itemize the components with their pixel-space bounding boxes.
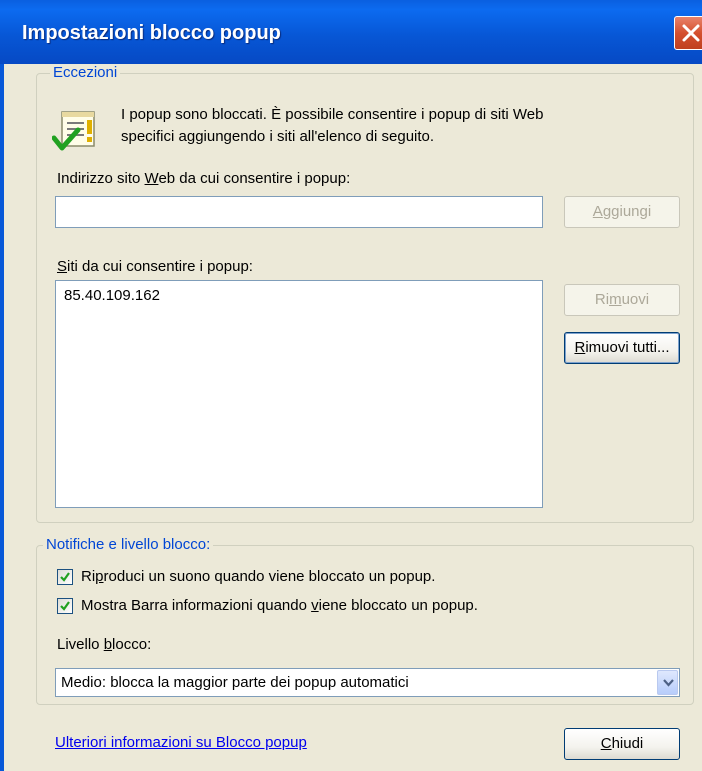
notifications-legend: Notifiche e livello blocco: xyxy=(43,536,214,553)
block-level-select[interactable]: Medio: blocca la maggior parte dei popup… xyxy=(55,668,680,697)
remove-all-button[interactable]: Rimuovi tutti... xyxy=(564,332,680,364)
window-frame xyxy=(0,64,4,771)
sound-checkbox[interactable] xyxy=(57,569,73,585)
checkmark-icon xyxy=(60,601,70,611)
sound-checkbox-label[interactable]: Riproduci un suono quando viene bloccato… xyxy=(81,568,435,585)
address-input[interactable] xyxy=(55,196,543,228)
address-label: Indirizzo sito Web da cui consentire i p… xyxy=(57,170,351,187)
window-title: Impostazioni blocco popup xyxy=(22,22,281,44)
info-text-line2: specifici aggiungendo i siti all'elenco … xyxy=(121,128,435,145)
sites-listbox[interactable]: 85.40.109.162 xyxy=(55,280,543,508)
checkmark-icon xyxy=(60,572,70,582)
sites-label: Siti da cui consentire i popup: xyxy=(57,258,253,275)
infobar-checkbox-label[interactable]: Mostra Barra informazioni quando viene b… xyxy=(81,597,478,614)
close-dialog-button[interactable]: Chiudi xyxy=(564,728,680,760)
more-info-link[interactable]: Ulteriori informazioni su Blocco popup xyxy=(55,734,307,751)
chevron-down-icon xyxy=(663,679,674,687)
list-item[interactable]: 85.40.109.162 xyxy=(64,287,160,304)
block-level-value: Medio: blocca la maggior parte dei popup… xyxy=(61,674,409,691)
close-icon xyxy=(682,24,700,42)
close-button[interactable] xyxy=(674,16,702,50)
info-text-line1: I popup sono bloccati. È possibile conse… xyxy=(121,106,544,123)
block-level-label: Livello blocco: xyxy=(57,636,152,653)
infobar-checkbox[interactable] xyxy=(57,598,73,614)
title-bar: Impostazioni blocco popup xyxy=(0,0,702,64)
info-checkmark-icon xyxy=(52,111,95,151)
add-button[interactable]: Aggiungi xyxy=(564,196,680,228)
exceptions-legend: Eccezioni xyxy=(50,64,121,81)
remove-button[interactable]: Rimuovi xyxy=(564,284,680,316)
dropdown-button[interactable] xyxy=(657,670,678,695)
